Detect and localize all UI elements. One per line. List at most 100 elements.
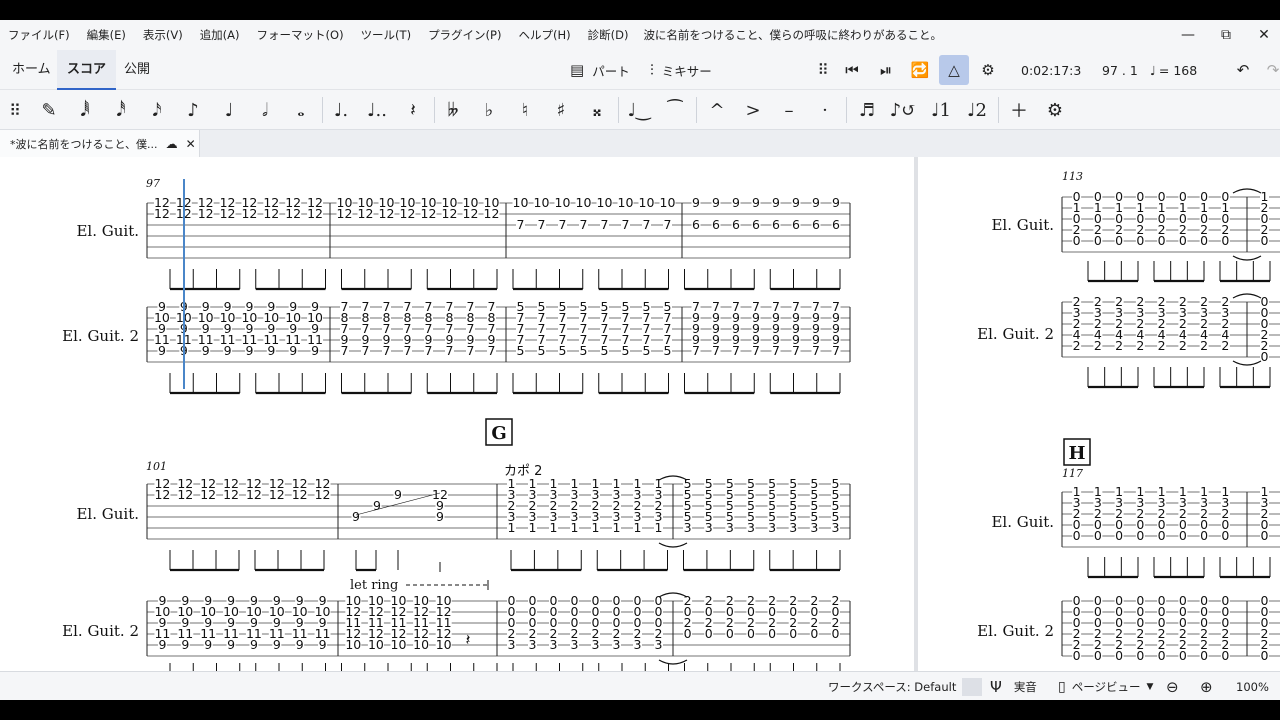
menu-tools[interactable]: ツール(T) — [353, 27, 421, 43]
note-input-pencil-icon[interactable]: ✎ — [34, 95, 64, 125]
menu-edit[interactable]: 編集(E) — [79, 27, 135, 43]
menu-plugins[interactable]: プラグイン(P) — [420, 27, 510, 43]
voice-1-icon[interactable]: ♩1 — [926, 95, 956, 125]
fret-number: 6 — [772, 217, 780, 232]
toolbar-handle-icon[interactable]: ⠿ — [0, 95, 30, 125]
fret-number: 0 — [1073, 233, 1081, 248]
slur-icon[interactable]: ⁀ — [660, 95, 690, 125]
note-glyph: 𝅝 — [297, 99, 305, 121]
duration-whole-icon[interactable]: 𝅝 — [286, 95, 316, 125]
fret-number: 10 — [513, 195, 529, 210]
double-flat-icon[interactable]: 𝄫 — [438, 95, 468, 125]
fret-number: 0 — [1073, 528, 1081, 543]
close-tab-icon[interactable]: ✕ — [186, 137, 196, 151]
rewind-icon[interactable]: ⏮ — [837, 55, 867, 85]
fret-number: 0 — [1158, 233, 1166, 248]
fret-number: 0 — [1261, 349, 1269, 364]
menu-diagnostic[interactable]: 診断(D) — [580, 27, 638, 43]
tenuto-icon[interactable]: – — [774, 95, 804, 125]
fret-number: 7 — [812, 343, 820, 358]
duration-16th-icon[interactable]: 𝅘𝅥𝅯 — [142, 95, 172, 125]
marcato-icon[interactable]: ^ — [702, 95, 732, 125]
redo-icon[interactable]: ↷ — [1258, 55, 1280, 85]
minimize-button[interactable]: — — [1170, 20, 1206, 50]
instrument-label: El. Guit. 2 — [62, 327, 139, 345]
fret-number: 9 — [812, 195, 820, 210]
duration-quarter-icon[interactable]: ♩ — [214, 95, 244, 125]
concert-pitch-toggle[interactable]: Ψ 実音 — [962, 672, 1037, 701]
fret-number: 9 — [204, 637, 212, 652]
play-pause-icon[interactable]: ⏯ — [871, 55, 901, 85]
parts-button[interactable]: ▤ パート — [570, 50, 630, 90]
fret-number: 7 — [712, 343, 720, 358]
flat-icon[interactable]: ♭ — [474, 95, 504, 125]
view-mode-selector[interactable]: ▯ ページビュー ▼ — [1058, 672, 1153, 701]
fret-number: 1 — [592, 520, 600, 535]
menu-add[interactable]: 追加(A) — [192, 27, 249, 43]
zoom-out-icon[interactable]: ⊖ — [1166, 672, 1179, 701]
page-icon: ▯ — [1058, 678, 1066, 695]
natural-icon[interactable]: ♮ — [510, 95, 540, 125]
rest-icon[interactable]: 𝄽 — [398, 95, 428, 125]
fret-number: 7 — [467, 343, 475, 358]
double-sharp-icon[interactable]: 𝄪 — [582, 95, 612, 125]
fret-number: 2 — [1136, 338, 1144, 353]
duration-64th-icon[interactable]: 𝅘𝅥𝅱 — [70, 95, 100, 125]
fret-number: 5 — [664, 343, 672, 358]
flip-direction-icon[interactable]: ♪↺ — [888, 95, 918, 125]
tab-score[interactable]: スコア — [57, 50, 117, 90]
menu-view[interactable]: 表示(V) — [135, 27, 192, 43]
menu-format[interactable]: フォーマット(O) — [249, 27, 353, 43]
staccato-icon[interactable]: · — [810, 95, 840, 125]
document-tab[interactable]: *波に名前をつけること、僕... ☁ ✕ — [0, 130, 200, 157]
fret-number: 10 — [436, 637, 452, 652]
accent-icon[interactable]: > — [738, 95, 768, 125]
duration-32nd-icon[interactable]: 𝅘𝅥𝅰 — [106, 95, 136, 125]
tie-icon[interactable]: ♩‿ — [624, 95, 654, 125]
workspace-selector[interactable]: ワークスペース: Default — [828, 672, 956, 701]
customize-toolbar-icon[interactable]: ⚙ — [1040, 95, 1070, 125]
duration-half-icon[interactable]: 𝅗𝅥 — [250, 95, 280, 125]
double-dot-icon[interactable]: ♩.. — [362, 95, 392, 125]
fret-number: 9 — [158, 343, 166, 358]
note-glyph: ♭ — [484, 99, 494, 121]
score-view[interactable]: 97 El. Guit. 12 12 12 12 12 12 12 12 12 12 12 12 12 12 1… — [0, 157, 1280, 671]
playback-settings-icon[interactable]: ⚙ — [973, 55, 1003, 85]
fret-number: 0 — [768, 626, 776, 641]
fret-number: 12 — [379, 206, 395, 221]
fret-number: 6 — [792, 217, 800, 232]
fret-number: 0 — [1073, 648, 1081, 663]
loop-icon[interactable]: 🔁 — [905, 55, 935, 85]
rehearsal-mark: G — [491, 423, 506, 444]
restore-button[interactable]: ⧉ — [1208, 20, 1244, 50]
zoom-level[interactable]: 100% — [1236, 672, 1269, 701]
voice-2-icon[interactable]: ♩2 — [962, 95, 992, 125]
instrument-label: El. Guit. — [991, 513, 1054, 531]
tab-home[interactable]: ホーム — [12, 50, 51, 90]
sharp-icon[interactable]: ♯ — [546, 95, 576, 125]
menu-bar: ファイル(F) 編集(E) 表示(V) 追加(A) フォーマット(O) ツール(… — [0, 20, 1280, 50]
fret-number: 3 — [550, 637, 558, 652]
duration-eighth-icon[interactable]: ♪ — [178, 95, 208, 125]
close-button[interactable]: ✕ — [1246, 20, 1280, 50]
fret-number: 6 — [752, 217, 760, 232]
tuplet-icon[interactable]: ♬ — [852, 95, 882, 125]
fret-number: 7 — [752, 343, 760, 358]
score-page-1: 97 El. Guit. 12 12 12 12 12 12 12 12 12 12 12 12 12 12 1… — [0, 157, 914, 671]
time-display: 0:02:17:3 — [1021, 62, 1082, 78]
metronome-icon[interactable]: △ — [939, 55, 969, 85]
augmentation-dot-icon[interactable]: ♩. — [326, 95, 356, 125]
mixer-button[interactable]: ⫶ ミキサー — [650, 50, 712, 90]
fret-number: 9 — [158, 637, 166, 652]
drag-handle-icon[interactable]: ⠿ — [808, 55, 838, 85]
toolbar-separator — [434, 97, 435, 123]
menu-file[interactable]: ファイル(F) — [0, 27, 79, 43]
fret-number: 12 — [198, 206, 214, 221]
fret-number: 9 — [712, 195, 720, 210]
fret-number: 6 — [812, 217, 820, 232]
zoom-in-icon[interactable]: ⊕ — [1200, 672, 1213, 701]
add-icon[interactable]: ＋ — [1004, 95, 1034, 125]
menu-help[interactable]: ヘルプ(H) — [510, 27, 579, 43]
undo-icon[interactable]: ↶ — [1228, 55, 1258, 85]
tab-publish[interactable]: 公開 — [124, 50, 150, 90]
